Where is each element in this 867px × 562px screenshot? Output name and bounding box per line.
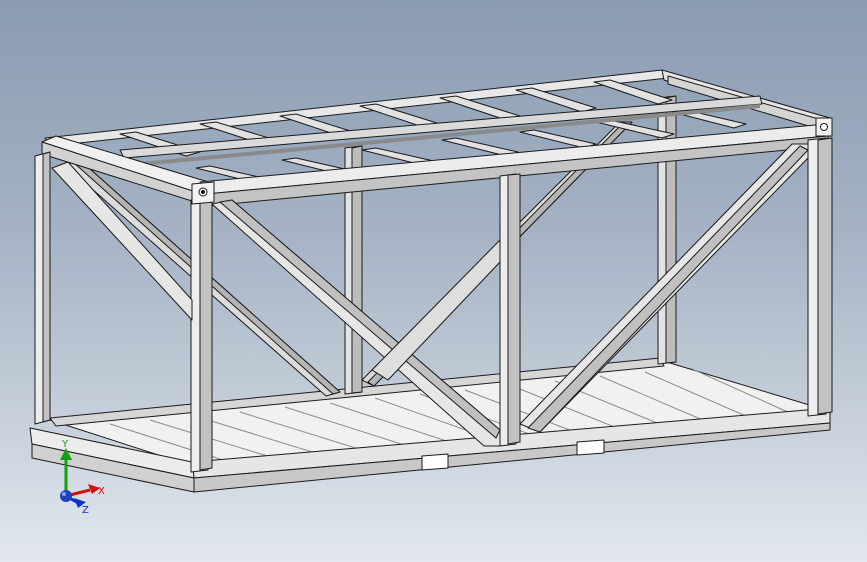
y-axis-label: Y <box>61 439 69 450</box>
corner-fitting-right <box>815 117 833 137</box>
post-front-corner <box>190 197 213 473</box>
triad-origin <box>60 490 72 502</box>
x-axis-label: X <box>98 486 105 497</box>
post-front-right-corner <box>807 137 833 417</box>
coordinate-triad: Y X Z <box>44 438 114 518</box>
post-front-left-corner <box>34 151 51 425</box>
graphics-viewport[interactable]: Y X Z <box>0 0 867 562</box>
z-axis-label: Z <box>82 505 89 516</box>
corner-fitting-front-left <box>191 181 215 205</box>
brace-front-side-3 <box>371 239 501 381</box>
post-front-middle <box>499 173 521 447</box>
frame-model[interactable] <box>0 0 867 562</box>
